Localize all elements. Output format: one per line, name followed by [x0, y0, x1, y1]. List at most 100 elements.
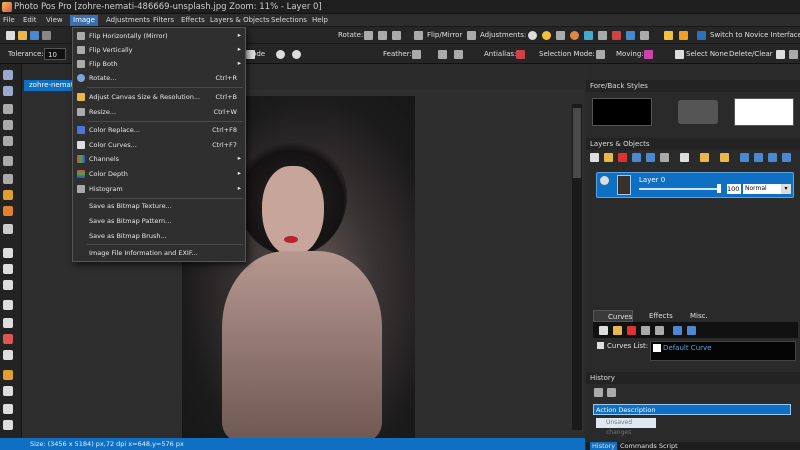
- open-folder-icon[interactable]: [18, 31, 27, 40]
- redo-icon[interactable]: [607, 388, 616, 397]
- background-swatch[interactable]: [734, 98, 794, 126]
- feather-icon[interactable]: [412, 50, 421, 59]
- feather-option-icon[interactable]: [438, 50, 447, 59]
- reset-icon[interactable]: [292, 50, 301, 59]
- menu-item-color-depth[interactable]: Color Depth ▸: [73, 167, 245, 181]
- menu-edit[interactable]: Edit: [23, 16, 37, 24]
- arrow-up-icon[interactable]: [768, 153, 777, 162]
- antialias-icon[interactable]: [516, 50, 525, 59]
- opacity-slider[interactable]: [639, 188, 721, 190]
- menu-image[interactable]: Image: [70, 15, 98, 26]
- rotate-left-icon[interactable]: [364, 31, 373, 40]
- novice-switch-icon[interactable]: [697, 31, 706, 40]
- menu-item-color-replace[interactable]: Color Replace... Ctrl+F8: [73, 123, 245, 137]
- contrast-icon[interactable]: [528, 31, 537, 40]
- menu-item-flip-both[interactable]: Flip Both ▸: [73, 57, 245, 71]
- pencil-tool-icon[interactable]: [3, 206, 13, 216]
- selection-mode-icon[interactable]: [596, 50, 605, 59]
- opacity-slider-thumb[interactable]: [717, 184, 721, 193]
- novice-switch-button[interactable]: Switch to Novice Interface: [710, 31, 800, 39]
- tab-history[interactable]: History: [590, 442, 618, 450]
- new-layer-icon[interactable]: [590, 153, 599, 162]
- tolerance-input[interactable]: 10: [44, 48, 66, 60]
- blur-tool-icon[interactable]: [3, 404, 13, 414]
- delete-layer-icon[interactable]: [618, 153, 627, 162]
- zoom-tool-icon[interactable]: [3, 86, 13, 96]
- layer-group-icon[interactable]: [700, 153, 709, 162]
- brightness-icon[interactable]: [542, 31, 551, 40]
- layer-copy-icon[interactable]: [720, 153, 729, 162]
- menu-item-resize[interactable]: Resize... Ctrl+W: [73, 105, 245, 119]
- crop-tool-icon[interactable]: [3, 136, 13, 146]
- menu-item-save-brush[interactable]: Save as Bitmap Brush...: [73, 229, 245, 243]
- undo-icon[interactable]: [594, 388, 603, 397]
- levels-icon[interactable]: [556, 31, 565, 40]
- new-file-icon[interactable]: [6, 31, 15, 40]
- feather-option2-icon[interactable]: [454, 50, 463, 59]
- tab-curves[interactable]: Curves: [593, 310, 633, 322]
- arrow-down-icon[interactable]: [740, 153, 749, 162]
- visibility-icon[interactable]: [600, 176, 609, 185]
- menu-help[interactable]: Help: [312, 16, 328, 24]
- open-curve-icon[interactable]: [613, 326, 622, 335]
- delete-curve-icon[interactable]: [627, 326, 636, 335]
- menu-item-histogram[interactable]: Histogram ▸: [73, 182, 245, 196]
- swap-colors-icon[interactable]: [678, 100, 718, 124]
- drop-icon[interactable]: [584, 31, 593, 40]
- sharpen-icon[interactable]: [598, 31, 607, 40]
- hue-icon[interactable]: [570, 31, 579, 40]
- layer-up-icon[interactable]: [632, 153, 641, 162]
- lasso-tool-icon[interactable]: [3, 156, 13, 166]
- selection-tool-icon[interactable]: [3, 120, 13, 130]
- edit-curve-icon[interactable]: [641, 326, 650, 335]
- layer-props-icon[interactable]: [680, 153, 689, 162]
- smudge-tool-icon[interactable]: [3, 350, 13, 360]
- moving-icon[interactable]: [644, 50, 653, 59]
- curves-list-checkbox[interactable]: [597, 342, 604, 349]
- curve-item-label[interactable]: Default Curve: [663, 344, 711, 352]
- arrow-down2-icon[interactable]: [754, 153, 763, 162]
- print-icon[interactable]: [42, 31, 51, 40]
- threshold-icon[interactable]: [640, 31, 649, 40]
- menu-item-rotate[interactable]: Rotate... Ctrl+R: [73, 71, 245, 85]
- color-balance-icon[interactable]: [612, 31, 621, 40]
- arrow-up2-icon[interactable]: [782, 153, 791, 162]
- opacity-input[interactable]: 100: [727, 184, 741, 194]
- blend-mode-select[interactable]: Normal: [743, 184, 781, 194]
- gear-icon[interactable]: [276, 50, 285, 59]
- menu-effects[interactable]: Effects: [181, 16, 205, 24]
- rotate-free-icon[interactable]: [392, 31, 401, 40]
- menu-filters[interactable]: Filters: [153, 16, 174, 24]
- save-icon[interactable]: [30, 31, 39, 40]
- menu-item-save-texture[interactable]: Save as Bitmap Texture...: [73, 199, 245, 213]
- eraser-tool-icon[interactable]: [3, 280, 13, 290]
- menu-item-canvas-size[interactable]: Adjust Canvas Size & Resolution... Ctrl+…: [73, 90, 245, 104]
- curves-list[interactable]: Default Curve: [650, 341, 796, 361]
- menu-item-exif-info[interactable]: Image File Information and EXIF...: [73, 246, 245, 260]
- open-layer-icon[interactable]: [604, 153, 613, 162]
- text-tool-icon[interactable]: [3, 248, 13, 258]
- move-tool-icon[interactable]: [3, 104, 13, 114]
- tab-misc[interactable]: Misc.: [678, 310, 712, 322]
- new-curve-icon[interactable]: [599, 326, 608, 335]
- save-curve-icon[interactable]: [655, 326, 664, 335]
- menu-view[interactable]: View: [46, 16, 63, 24]
- menu-item-channels[interactable]: Channels ▸: [73, 152, 245, 166]
- menu-item-flip-vertical[interactable]: Flip Vertically ▸: [73, 43, 245, 57]
- saturation-icon[interactable]: [626, 31, 635, 40]
- stamp-tool-icon[interactable]: [3, 370, 13, 380]
- layer-row[interactable]: Layer 0 100 Normal ▾: [596, 172, 794, 198]
- menu-selections[interactable]: Selections: [271, 16, 307, 24]
- menu-file[interactable]: File: [3, 16, 15, 24]
- flip-icon[interactable]: [414, 31, 423, 40]
- pointer-tool-icon[interactable]: [3, 70, 13, 80]
- foreground-swatch[interactable]: [592, 98, 652, 126]
- flip-mirror-icon[interactable]: [467, 31, 476, 40]
- brush-tool-icon[interactable]: [3, 190, 13, 200]
- fill-tool-icon[interactable]: [3, 300, 13, 310]
- curve-down-icon[interactable]: [687, 326, 696, 335]
- menu-layers-objects[interactable]: Layers & Objects: [210, 16, 270, 24]
- crop-icon[interactable]: [776, 50, 785, 59]
- layer-down-icon[interactable]: [646, 153, 655, 162]
- red-eye-tool-icon[interactable]: [3, 334, 13, 344]
